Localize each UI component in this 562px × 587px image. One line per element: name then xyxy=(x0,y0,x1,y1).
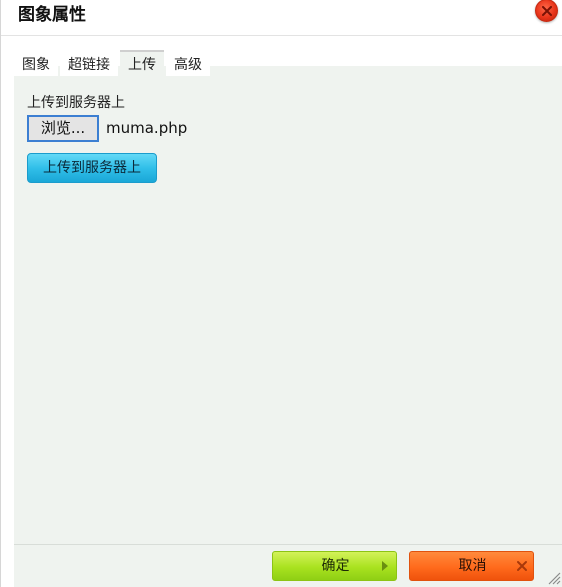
tab-image[interactable]: 图象 xyxy=(14,50,58,76)
dialog-titlebar[interactable]: 图象属性 xyxy=(1,0,562,36)
selected-filename: muma.php xyxy=(106,119,188,137)
tab-advanced[interactable]: 高级 xyxy=(166,50,210,76)
image-properties-dialog: 图象属性 图象 超链接 上传 高级 上传到服务器上 浏览... muma.php… xyxy=(0,0,562,587)
resize-grip-icon[interactable] xyxy=(547,571,561,585)
upload-label: 上传到服务器上 xyxy=(27,95,125,111)
cancel-button[interactable]: 取消 xyxy=(409,551,534,581)
close-button[interactable] xyxy=(535,0,558,22)
arrow-right-icon xyxy=(382,561,388,571)
dialog-title: 图象属性 xyxy=(18,5,86,25)
ok-button[interactable]: 确定 xyxy=(272,551,397,581)
close-icon xyxy=(517,561,527,571)
upload-to-server-button[interactable]: 上传到服务器上 xyxy=(27,153,157,183)
close-icon xyxy=(542,6,552,16)
tab-upload[interactable]: 上传 xyxy=(120,50,164,76)
tab-hyperlink[interactable]: 超链接 xyxy=(60,50,118,76)
browse-button[interactable]: 浏览... xyxy=(27,115,99,142)
tab-bar: 图象 超链接 上传 高级 xyxy=(14,50,210,76)
ok-button-label: 确定 xyxy=(321,558,350,574)
